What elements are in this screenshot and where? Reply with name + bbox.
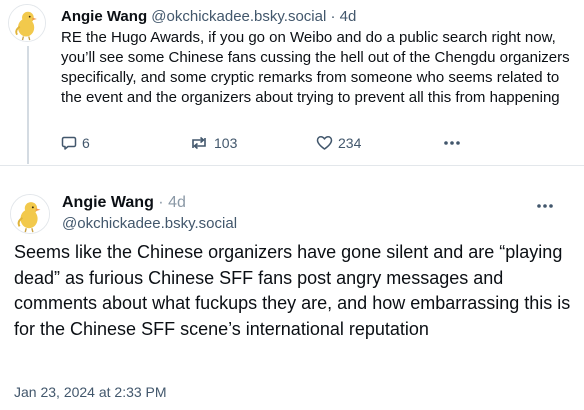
author-handle[interactable]: @okchickadee.bsky.social	[151, 8, 326, 25]
post-text: RE the Hugo Awards, if you go on Weibo a…	[61, 29, 570, 106]
repost-button[interactable]: 103	[189, 135, 237, 151]
avatar[interactable]	[10, 194, 50, 234]
author-display-name[interactable]: Angie Wang	[62, 194, 154, 211]
post-header: Angie Wang · 4d	[62, 192, 186, 214]
more-options-button[interactable]	[442, 135, 462, 151]
more-options-button[interactable]	[530, 196, 560, 216]
more-dots-icon	[537, 204, 553, 208]
thread-connector-line	[27, 46, 29, 164]
reply-button[interactable]: 6	[61, 135, 90, 151]
heart-icon	[316, 136, 333, 150]
more-dots-icon	[444, 141, 460, 145]
like-count: 234	[338, 135, 362, 151]
chickadee-avatar-icon	[9, 5, 45, 41]
meta-separator: ·	[158, 194, 164, 211]
post-timestamp[interactable]: 4d	[340, 8, 357, 25]
reply-bubble-icon	[61, 136, 77, 150]
post-header: Angie Wang @okchickadee.bsky.social · 4d	[61, 7, 356, 27]
avatar[interactable]	[8, 4, 46, 42]
repost-arrows-icon	[192, 136, 206, 150]
reply-count: 6	[82, 135, 90, 151]
like-button[interactable]: 234	[316, 135, 361, 151]
meta-separator: ·	[330, 8, 336, 25]
author-display-name[interactable]: Angie Wang	[61, 8, 147, 25]
post-thread: Angie Wang @okchickadee.bsky.social · 4d…	[0, 0, 584, 410]
post-actions: 6 103 234	[61, 135, 481, 157]
focused-post: Angie Wang · 4d @okchickadee.bsky.social…	[0, 166, 584, 410]
post-timestamp[interactable]: 4d	[168, 194, 186, 211]
post-full-date: Jan 23, 2024 at 2:33 PM	[14, 384, 167, 400]
post-text: Seems like the Chinese organizers have g…	[14, 242, 571, 339]
parent-post[interactable]: Angie Wang @okchickadee.bsky.social · 4d…	[0, 0, 584, 165]
author-handle[interactable]: @okchickadee.bsky.social	[62, 214, 237, 234]
chickadee-avatar-icon	[11, 195, 49, 233]
repost-count: 103	[214, 135, 238, 151]
